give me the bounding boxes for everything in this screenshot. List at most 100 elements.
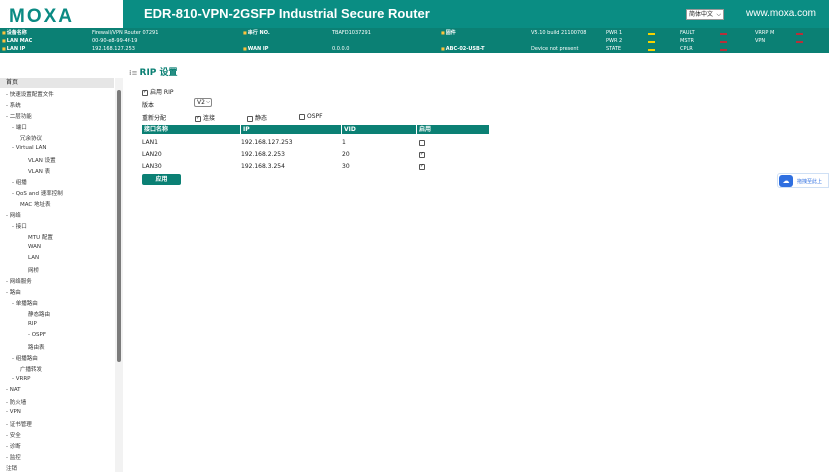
sidebar-item[interactable]: LAN — [28, 255, 39, 261]
sidebar-item[interactable]: - Virtual LAN — [12, 145, 47, 151]
status-vpn-label: VPN — [755, 38, 766, 44]
sidebar-item[interactable]: - 接口 — [12, 222, 27, 230]
enable-rip-checkbox[interactable] — [142, 89, 148, 96]
wan-ip-value: 0.0.0.0 — [332, 46, 350, 52]
sidebar-item[interactable]: VLAN 表 — [28, 167, 50, 175]
sidebar-item[interactable]: - 网络 — [6, 211, 21, 219]
sidebar-item[interactable]: 冗余协议 — [20, 134, 42, 142]
cloud-drop-icon: ☁ — [779, 175, 793, 187]
sidebar-item[interactable]: 注销 — [6, 464, 17, 472]
sidebar-item[interactable]: - 路由 — [6, 288, 21, 296]
redist-static-row: 静态 — [247, 113, 267, 122]
device-info-bar: 设备名称 Firewall/VPN Router 07291 LAN MAC 0… — [0, 28, 829, 53]
enable-rip-label: 启用 RIP — [150, 89, 174, 96]
sidebar-item[interactable]: RIP — [28, 321, 37, 327]
cell-interface: LAN1 — [142, 139, 158, 146]
cell-ip: 192.168.127.253 — [241, 139, 293, 146]
sidebar-item[interactable]: - 快速设置配置文件 — [6, 90, 54, 98]
cell-ip: 192.168.2.253 — [241, 151, 285, 158]
sidebar-item[interactable]: - 组播 — [12, 178, 27, 186]
sidebar-item[interactable]: - 单播路由 — [12, 299, 38, 307]
device-name-value: Firewall/VPN Router 07291 — [92, 30, 159, 36]
sidebar-item[interactable]: WAN — [28, 244, 41, 250]
serial-label: 串行 NO. — [243, 30, 270, 36]
chevron-down-icon: ⌵ — [206, 99, 210, 105]
sidebar-item[interactable]: VLAN 设置 — [28, 156, 56, 164]
status-vpn-led — [796, 41, 803, 43]
redistribution-label: 重新分配 — [142, 115, 167, 122]
sidebar-item-home[interactable]: 首页 — [0, 78, 114, 88]
redist-connected-checkbox[interactable] — [195, 115, 201, 122]
sidebar-item[interactable]: 广播转发 — [20, 365, 42, 373]
lan-ip-value: 192.168.127.253 — [92, 46, 135, 52]
row-enable-checkbox[interactable] — [419, 139, 425, 146]
sidebar-item[interactable]: - 监控 — [6, 453, 21, 461]
sidebar-item[interactable]: - 网络服务 — [6, 277, 32, 285]
chevron-down-icon: ⌵ — [716, 11, 721, 18]
lan-mac-value: 00-90-e8-99-4f-19 — [92, 38, 138, 44]
sidebar-item[interactable]: - VPN — [6, 409, 21, 415]
sidebar-item[interactable]: - 二层功能 — [6, 112, 32, 120]
row-enable-checkbox[interactable] — [419, 151, 425, 158]
serial-value: TBAFD1037291 — [332, 30, 371, 36]
product-title: EDR-810-VPN-2GSFP Industrial Secure Rout… — [144, 6, 430, 21]
status-vrrpm-led — [796, 33, 803, 35]
sidebar-item[interactable]: MTU 配置 — [28, 233, 53, 241]
cell-vid: 20 — [342, 151, 350, 158]
redist-ospf-checkbox[interactable] — [299, 113, 305, 120]
sidebar-item[interactable]: - 证书管理 — [6, 420, 32, 428]
sidebar-item[interactable]: MAC 地址表 — [20, 200, 51, 208]
status-mstr-label: MSTR — [680, 38, 695, 44]
sidebar-item[interactable]: - NAT — [6, 387, 21, 393]
sidebar-item[interactable]: - 系统 — [6, 101, 21, 109]
sidebar-item[interactable]: - VRRP — [12, 376, 30, 382]
page-title-text: RIP 设置 — [139, 68, 178, 78]
sidebar-item[interactable]: - 诊断 — [6, 442, 21, 450]
moxa-logo[interactable]: MOXA — [9, 6, 74, 28]
redist-connected-label: 连接 — [203, 115, 216, 122]
sidebar-item[interactable]: - 安全 — [6, 431, 21, 439]
sidebar-item[interactable]: 静态路由 — [28, 310, 50, 318]
status-pwr1-led — [648, 33, 655, 35]
firmware-label: 固件 — [441, 30, 456, 36]
sidebar-item[interactable]: - 端口 — [12, 123, 27, 131]
status-vrrpm-label: VRRP M — [755, 30, 775, 36]
sidebar-item[interactable]: - 组播路由 — [12, 354, 38, 362]
enable-rip-row: 启用 RIP — [142, 87, 173, 96]
cell-ip: 192.168.3.254 — [241, 163, 285, 170]
version-select[interactable]: V2 ⌵ — [194, 98, 212, 107]
sidebar-nav: 首页 - 快速设置配置文件 - 系统 - 二层功能 - 端口冗余协议 - Virtual… — [0, 78, 123, 472]
status-pwr1-label: PWR 1 — [606, 30, 623, 36]
cell-interface: LAN30 — [142, 163, 162, 170]
settings-tree-icon: ⁝≡ — [129, 69, 138, 77]
status-cplr-led — [720, 49, 727, 51]
version-label: 版本 — [142, 102, 155, 109]
abc-value: Device not present — [531, 46, 579, 52]
sidebar-scroll-thumb[interactable] — [117, 90, 121, 362]
table-header-ip: IP — [241, 125, 342, 134]
floating-drop-widget[interactable]: ☁ 拖拽至此上 — [777, 173, 829, 188]
row-enable-checkbox[interactable] — [419, 163, 425, 170]
table-header-interface: 接口名称 — [142, 125, 241, 134]
table-header-vid: VID — [342, 125, 417, 134]
sidebar-item[interactable]: 路由表 — [28, 343, 45, 351]
wan-ip-label: WAN IP — [243, 46, 269, 52]
firmware-value: V5.10 build 21100708 — [531, 30, 587, 36]
redist-static-checkbox[interactable] — [247, 115, 253, 122]
logo-area: MOXA — [0, 0, 123, 28]
sidebar-item[interactable]: - OSPF — [28, 332, 46, 338]
language-select[interactable]: 简体中文 ⌵ — [686, 9, 724, 20]
sidebar-item[interactable]: 网桥 — [28, 266, 39, 274]
row-enable-checkbox-wrap — [419, 139, 427, 146]
site-link[interactable]: www.moxa.com — [746, 8, 816, 19]
sidebar-item[interactable]: - QoS and 速率控制 — [12, 189, 63, 197]
apply-button[interactable]: 应用 — [142, 174, 181, 185]
status-pwr2-label: PWR 2 — [606, 38, 623, 44]
language-value: 简体中文 — [689, 11, 714, 18]
table-header-enable: 启用 — [417, 125, 489, 134]
sidebar-item[interactable]: - 防火墙 — [6, 398, 26, 406]
redist-connected-row: 连接 — [195, 113, 215, 122]
redist-static-label: 静态 — [255, 115, 268, 122]
floating-drop-label: 拖拽至此上 — [797, 179, 823, 185]
lan-mac-label: LAN MAC — [2, 38, 33, 44]
